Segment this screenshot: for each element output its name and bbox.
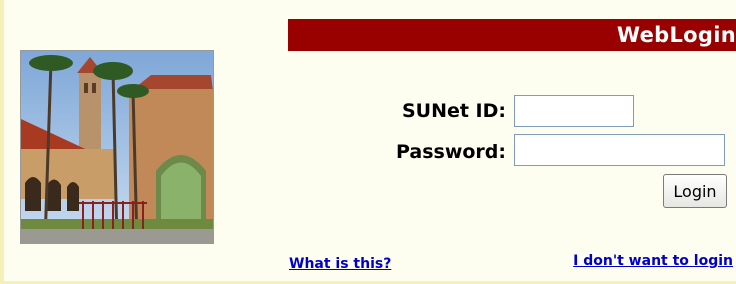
weblogin-banner: WebLogin [288, 19, 736, 51]
no-login-link[interactable]: I don't want to login [573, 253, 733, 269]
password-label: Password: [395, 141, 506, 163]
sunet-id-input[interactable] [514, 95, 634, 127]
login-page: WebLogin SUNet ID: Password: Login What … [0, 0, 736, 284]
password-input[interactable] [514, 134, 725, 166]
sunet-id-label: SUNet ID: [401, 100, 506, 122]
campus-photo [20, 50, 214, 244]
login-button[interactable]: Login [663, 174, 727, 208]
what-is-this-link[interactable]: What is this? [289, 256, 391, 272]
